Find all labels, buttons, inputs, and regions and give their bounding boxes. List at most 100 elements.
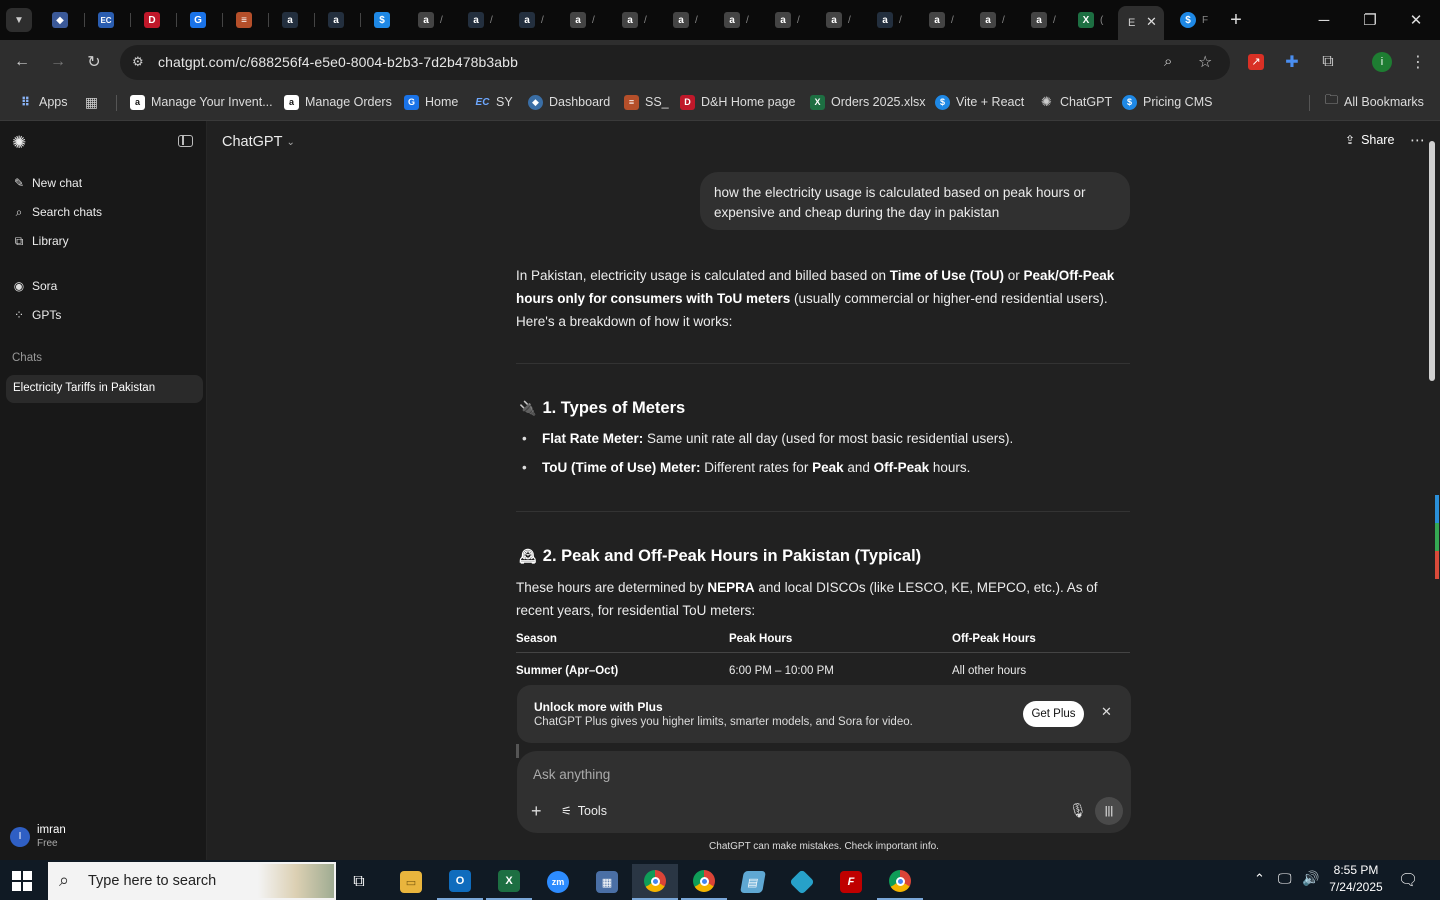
bookmark-ss[interactable]: ≡ SS_	[624, 93, 669, 111]
browser-tab[interactable]: a /	[406, 8, 456, 32]
browser-tab[interactable]: a /	[712, 8, 762, 32]
browser-tab[interactable]: $	[362, 8, 410, 32]
outlook-icon[interactable]: O	[437, 864, 483, 900]
voice-mode-button[interactable]: |||	[1095, 797, 1123, 825]
browser-tab[interactable]: a /	[814, 8, 864, 32]
minimize-icon[interactable]: ─	[1304, 8, 1344, 32]
reload-icon[interactable]: ↻	[84, 52, 104, 72]
filezilla-icon[interactable]: F	[828, 864, 874, 900]
back-icon[interactable]: ←	[12, 52, 32, 72]
chrome-profile-icon[interactable]	[681, 864, 727, 900]
all-bookmarks[interactable]: 🗀 All Bookmarks	[1325, 92, 1424, 111]
browser-tab[interactable]: ≡	[224, 8, 272, 32]
excel-icon[interactable]: X	[486, 864, 532, 900]
list-item: ToU (Time of Use) Meter: Different rates…	[522, 460, 970, 475]
add-attachment-icon[interactable]: +	[531, 801, 542, 822]
extension-red-icon[interactable]: ↗	[1246, 52, 1266, 72]
new-tab-icon[interactable]: +	[1216, 8, 1256, 32]
sidebar-sora[interactable]: ◉ Sora	[12, 276, 58, 296]
browser-tab[interactable]: D	[132, 8, 180, 32]
browser-tab[interactable]: a /	[865, 8, 915, 32]
sidebar-library[interactable]: ⧉ Library	[12, 231, 69, 251]
bookmark-dashboard[interactable]: ◆ Dashboard	[528, 93, 610, 111]
browser-tab[interactable]: a /	[968, 8, 1018, 32]
windows-start-icon[interactable]	[12, 871, 32, 891]
browser-tab[interactable]: $ F	[1168, 8, 1218, 32]
bookmark-sy[interactable]: EC SY	[475, 93, 513, 111]
share-button[interactable]: ⇪ Share	[1345, 133, 1394, 147]
zoom-app-icon[interactable]: zm	[535, 864, 581, 900]
tools-button[interactable]: ⚟ Tools	[561, 804, 607, 818]
clock[interactable]: 8:55 PM 7/24/2025	[1324, 863, 1388, 894]
volume-icon[interactable]: 🔊	[1302, 870, 1319, 887]
browser-tab[interactable]: EC	[86, 8, 134, 32]
browser-tab[interactable]: a /	[558, 8, 608, 32]
close-tab-icon[interactable]: ✕	[1146, 14, 1157, 30]
tab-favicon-icon: $	[1180, 12, 1196, 28]
get-plus-button[interactable]: Get Plus	[1023, 701, 1084, 727]
extensions-icon[interactable]: ⧉	[1318, 52, 1338, 72]
sidebar-chat-item[interactable]: Electricity Tariffs in Pakistan	[6, 375, 203, 403]
extension-blue-icon[interactable]: ✚	[1282, 52, 1302, 72]
zoom-icon[interactable]: ⌕	[1164, 53, 1172, 70]
close-icon[interactable]: ✕	[1101, 704, 1112, 720]
calculator-icon[interactable]: ▦	[584, 864, 630, 900]
browser-tab[interactable]: a /	[456, 8, 506, 32]
bookmark-grid[interactable]: ▦	[84, 93, 99, 111]
bookmark-vite-react[interactable]: $ Vite + React	[935, 93, 1024, 111]
profile-avatar[interactable]: i	[1372, 52, 1392, 72]
browser-tab[interactable]: a /	[763, 8, 813, 32]
bookmark-home[interactable]: G Home	[404, 93, 458, 111]
bookmark-pricing-cms[interactable]: $ Pricing CMS	[1122, 93, 1212, 111]
user-profile[interactable]: I imran Free	[10, 821, 200, 851]
site-info-icon[interactable]: ⚙	[132, 54, 144, 70]
network-icon[interactable]: 🖵	[1278, 870, 1292, 887]
app-icon[interactable]: ▤	[730, 864, 776, 900]
task-view-icon[interactable]: ⧉	[336, 864, 382, 900]
browser-tab[interactable]: a /	[1019, 8, 1069, 32]
bookmark-apps[interactable]: ⠿ Apps	[18, 93, 68, 111]
taskbar-search-box[interactable]: ⌕ Type here to search	[48, 862, 336, 900]
chrome-icon[interactable]	[632, 864, 678, 900]
restore-icon[interactable]: ❐	[1350, 8, 1390, 32]
tab-search-icon[interactable]: ▼	[6, 8, 32, 32]
browser-tab[interactable]: a /	[507, 8, 557, 32]
bookmark-manage-orders[interactable]: a Manage Orders	[284, 93, 392, 111]
browser-tab[interactable]: X(	[1066, 8, 1116, 32]
sidebar-gpts[interactable]: ⁘ GPTs	[12, 305, 61, 325]
bookmark-manage-inventory[interactable]: a Manage Your Invent...	[130, 93, 273, 111]
active-browser-tab[interactable]: E ✕	[1118, 6, 1164, 40]
chatgpt-logo-icon[interactable]: ✺	[12, 133, 26, 153]
forward-icon[interactable]: →	[48, 52, 68, 72]
browser-tab[interactable]: a /	[917, 8, 967, 32]
browser-tab[interactable]: a	[270, 8, 318, 32]
browser-tab[interactable]: a /	[661, 8, 711, 32]
scrollbar[interactable]	[1427, 127, 1439, 797]
tab-favicon-icon: ≡	[236, 12, 252, 28]
model-selector[interactable]: ChatGPT ⌄	[222, 134, 295, 150]
browser-tab[interactable]: a	[316, 8, 364, 32]
sidebar-search-chats[interactable]: ⌕ Search chats	[12, 202, 102, 222]
bookmark-dh-home[interactable]: D D&H Home page	[680, 93, 796, 111]
tray-chevron-icon[interactable]: ⌃	[1254, 871, 1265, 887]
browser-tab[interactable]: ◆	[40, 8, 88, 32]
address-bar[interactable]: ⚙ chatgpt.com/c/688256f4-e5e0-8004-b2b3-…	[120, 45, 1230, 80]
amazon-icon: a	[929, 12, 945, 28]
microphone-icon[interactable]: 🎙	[1069, 802, 1087, 819]
more-options-icon[interactable]: ⋯	[1410, 131, 1425, 149]
toggle-sidebar-icon[interactable]	[178, 135, 193, 147]
file-explorer-icon[interactable]: ▭	[388, 864, 434, 900]
browser-tab[interactable]: a /	[610, 8, 660, 32]
menu-kebab-icon[interactable]: ⋮	[1408, 52, 1428, 72]
app-diamond-icon[interactable]	[779, 864, 825, 900]
bookmark-chatgpt[interactable]: ✺ ChatGPT	[1039, 93, 1112, 111]
bookmark-orders-xlsx[interactable]: X Orders 2025.xlsx	[810, 93, 925, 111]
chrome-alt-icon[interactable]	[877, 864, 923, 900]
close-window-icon[interactable]: ✕	[1396, 8, 1436, 32]
browser-tab[interactable]: G	[178, 8, 226, 32]
prompt-input[interactable]: Ask anything	[533, 767, 1053, 782]
assistant-intro: In Pakistan, electricity usage is calcul…	[516, 268, 1115, 329]
sidebar-new-chat[interactable]: ✎ New chat	[12, 173, 82, 193]
bookmark-star-icon[interactable]: ☆	[1198, 52, 1212, 72]
notifications-icon[interactable]: 🗨	[1398, 870, 1418, 890]
